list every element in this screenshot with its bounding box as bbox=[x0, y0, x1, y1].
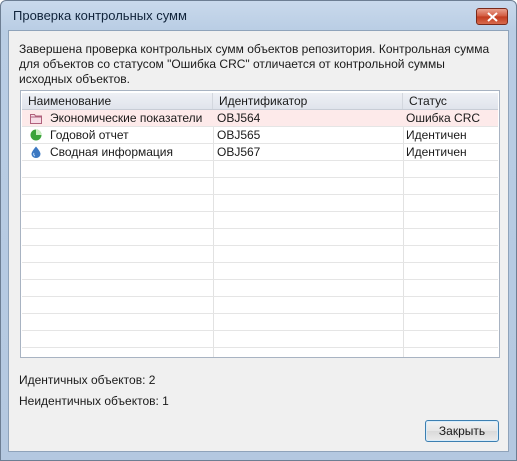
pie-chart-icon bbox=[30, 129, 42, 141]
column-header-status[interactable]: Статус bbox=[403, 93, 498, 109]
empty-row bbox=[22, 297, 498, 314]
row-status: Ошибка CRC bbox=[406, 111, 481, 125]
column-header-id[interactable]: Идентификатор bbox=[213, 93, 403, 109]
dialog-window: Проверка контрольных сумм Завершена пров… bbox=[0, 0, 517, 461]
nonidentical-count-label: Неидентичных объектов: 1 bbox=[19, 394, 169, 408]
row-name: Экономические показатели bbox=[50, 111, 203, 125]
row-id: OBJ564 bbox=[217, 111, 261, 125]
title-bar: Проверка контрольных сумм bbox=[1, 1, 516, 29]
row-id: OBJ567 bbox=[217, 145, 261, 159]
row-name-cell: Сводная информация bbox=[22, 144, 213, 160]
row-name-cell: Экономические показатели bbox=[22, 110, 213, 126]
close-icon bbox=[487, 12, 498, 22]
row-id: OBJ565 bbox=[217, 128, 261, 142]
row-status: Идентичен bbox=[406, 145, 467, 159]
window-title: Проверка контрольных сумм bbox=[13, 8, 187, 23]
row-name: Годовой отчет bbox=[50, 128, 129, 142]
empty-row bbox=[22, 229, 498, 246]
folder-icon bbox=[30, 114, 42, 124]
empty-row bbox=[22, 195, 498, 212]
table-row[interactable]: Годовой отчет OBJ565 Идентичен bbox=[22, 127, 498, 144]
empty-row bbox=[22, 161, 498, 178]
empty-row bbox=[22, 212, 498, 229]
empty-row bbox=[22, 246, 498, 263]
empty-row bbox=[22, 178, 498, 195]
empty-row bbox=[22, 263, 498, 280]
empty-row bbox=[22, 280, 498, 297]
row-name-cell: Годовой отчет bbox=[22, 127, 213, 143]
column-header-name[interactable]: Наименование bbox=[22, 93, 213, 109]
info-message: Завершена проверка контрольных сумм объе… bbox=[19, 42, 490, 86]
row-name: Сводная информация bbox=[50, 145, 173, 159]
identical-count-label: Идентичных объектов: 2 bbox=[19, 373, 156, 387]
empty-row bbox=[22, 331, 498, 348]
row-status: Идентичен bbox=[406, 128, 467, 142]
cube-icon bbox=[31, 146, 41, 158]
empty-row bbox=[22, 314, 498, 331]
window-close-button[interactable] bbox=[476, 8, 508, 25]
table-row[interactable]: Сводная информация OBJ567 Идентичен bbox=[22, 144, 498, 161]
dialog-body: Завершена проверка контрольных сумм объе… bbox=[8, 30, 509, 452]
objects-table[interactable]: Наименование Идентификатор Статус Эконом… bbox=[20, 90, 500, 358]
table-header: Наименование Идентификатор Статус bbox=[22, 93, 498, 110]
close-button[interactable]: Закрыть bbox=[425, 420, 499, 442]
table-row[interactable]: Экономические показатели OBJ564 Ошибка C… bbox=[22, 110, 498, 127]
